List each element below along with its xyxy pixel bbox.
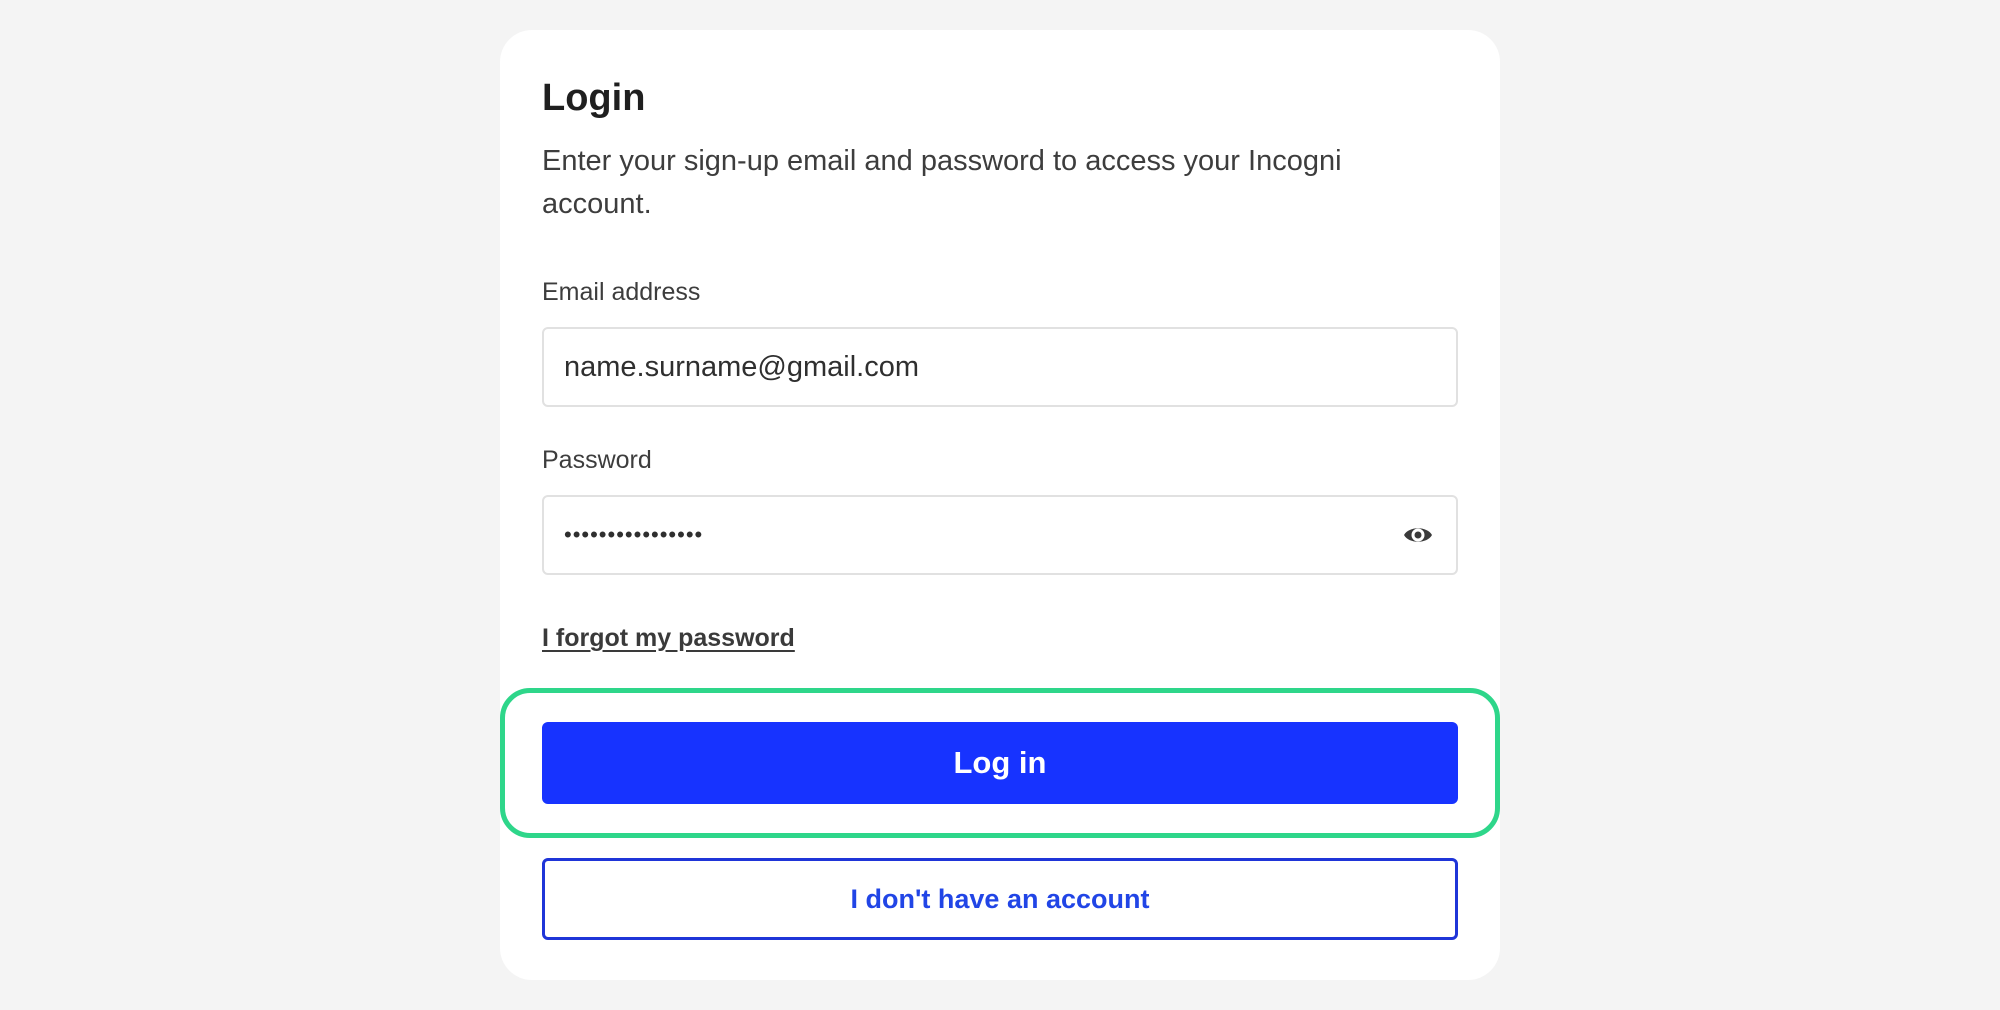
- login-title: Login: [542, 77, 646, 119]
- password-label: Password: [542, 446, 652, 474]
- password-field-container[interactable]: [542, 495, 1458, 575]
- email-input[interactable]: [564, 329, 1384, 405]
- no-account-button[interactable]: I don't have an account: [542, 858, 1458, 940]
- login-button[interactable]: Log in: [542, 722, 1458, 804]
- password-input[interactable]: [564, 497, 1384, 573]
- login-subtitle: Enter your sign-up email and password to…: [542, 145, 1342, 220]
- email-label: Email address: [542, 278, 701, 306]
- email-field-container[interactable]: [542, 327, 1458, 407]
- login-card: Login Enter your sign-up email and passw…: [500, 30, 1500, 980]
- eye-icon[interactable]: [1402, 521, 1434, 549]
- forgot-password-link[interactable]: I forgot my password: [542, 624, 795, 653]
